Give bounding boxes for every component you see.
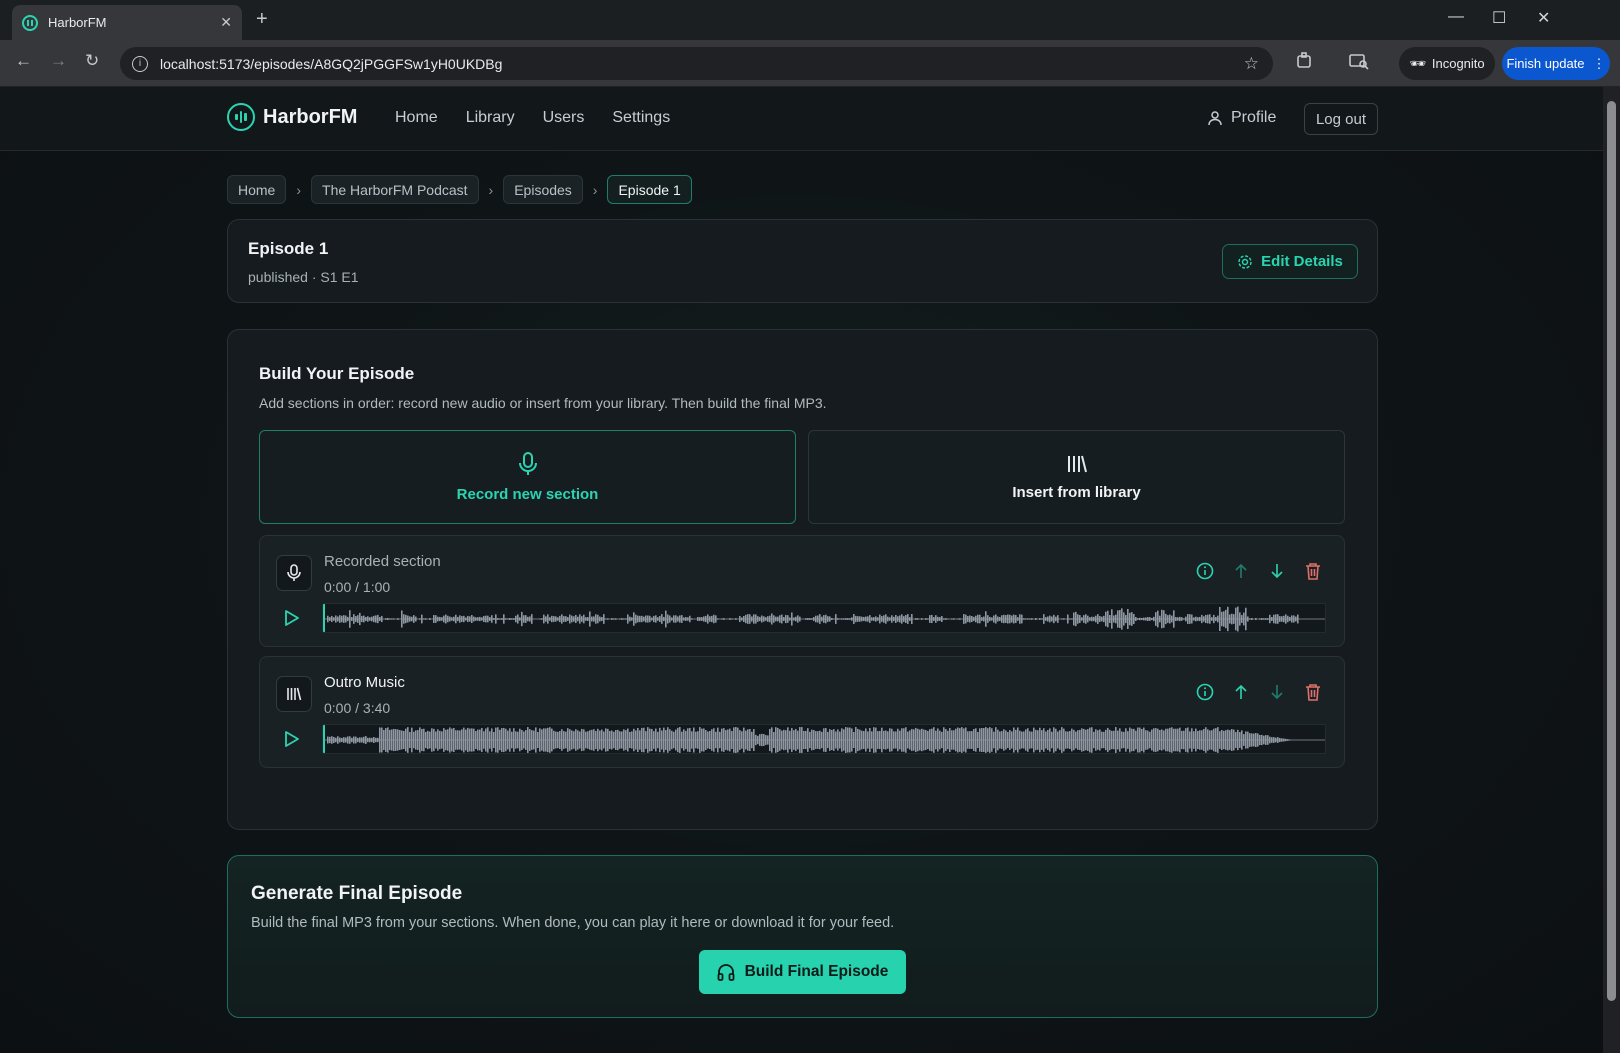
back-icon[interactable]: ← [15,51,32,71]
finish-update-button[interactable]: Finish update ⋮ [1502,47,1610,80]
record-new-section-button[interactable]: Record new section [259,430,796,524]
gear-icon [1238,254,1252,269]
breadcrumb-home[interactable]: Home [227,175,287,204]
page-scrollbar[interactable] [1603,87,1620,1053]
new-tab-icon[interactable]: + [256,8,268,31]
episode-status: published · S1 E1 [248,269,359,285]
episode-header-card: Episode 1 published · S1 E1 Edit Details [227,219,1378,303]
browser-tabbar: HarborFM ✕ + — ☐ ✕ [0,0,1620,40]
move-up-icon[interactable] [1232,683,1250,701]
url-text: localhost:5173/episodes/A8GQ2jPGGFSw1yH0… [160,55,503,72]
nav-library[interactable]: Library [466,109,515,127]
incognito-icon: 🕶 [1409,55,1426,71]
section-actions [1196,562,1322,580]
profile-link[interactable]: Profile [1207,109,1276,127]
tab-title: HarborFM [48,15,107,30]
scrollbar-thumb[interactable] [1607,101,1616,1001]
build-final-episode-button[interactable]: Build Final Episode [699,950,906,994]
info-icon[interactable] [1196,562,1214,580]
section-item: Recorded section 0:00 / 1:00 [259,535,1345,647]
close-window-icon[interactable]: ✕ [1537,8,1550,28]
edit-details-button[interactable]: Edit Details [1222,244,1358,279]
browser-toolbar: ← → ↻ i localhost:5173/episodes/A8GQ2jPG… [0,40,1620,87]
headphones-icon [717,964,734,981]
nav-users[interactable]: Users [543,109,585,127]
move-down-icon[interactable] [1268,562,1286,580]
nav-home[interactable]: Home [395,109,438,127]
playhead[interactable] [323,604,325,632]
play-icon[interactable] [284,730,300,753]
app-navbar: HarborFM Home Library Users Settings Pro… [0,87,1603,151]
waveform-graphic [323,727,1325,753]
section-time: 0:00 / 1:00 [324,579,391,595]
generate-final-card: Generate Final Episode Build the final M… [227,855,1378,1018]
insert-from-library-label: Insert from library [1012,483,1141,501]
trash-icon[interactable] [1304,683,1322,701]
user-icon [1208,111,1222,126]
microphone-icon [518,451,537,475]
media-controls-icon[interactable] [1349,52,1369,75]
main-nav: Home Library Users Settings [395,109,670,127]
move-down-icon[interactable] [1268,683,1286,701]
breadcrumb-podcast[interactable]: The HarborFM Podcast [311,175,479,204]
reload-icon[interactable]: ↻ [85,51,99,71]
site-info-icon[interactable]: i [132,55,148,72]
bookmark-star-icon[interactable]: ☆ [1244,54,1259,74]
breadcrumb-episodes[interactable]: Episodes [503,175,583,204]
breadcrumb: Home › The HarborFM Podcast › Episodes ›… [227,175,692,204]
address-bar[interactable]: i localhost:5173/episodes/A8GQ2jPGGFSw1y… [120,47,1273,80]
finish-update-label: Finish update [1506,56,1585,71]
mic-icon [276,555,312,591]
play-icon[interactable] [284,609,300,632]
incognito-chip[interactable]: 🕶 Incognito [1399,47,1495,80]
library-icon [276,676,312,712]
brand-name: HarborFM [263,105,358,128]
playhead[interactable] [323,725,325,753]
brand-logo[interactable]: HarborFM [227,103,357,131]
logout-button[interactable]: Log out [1304,103,1378,135]
nav-settings[interactable]: Settings [612,109,670,127]
generate-title: Generate Final Episode [251,883,463,904]
episode-title: Episode 1 [248,239,329,258]
library-icon [1067,455,1087,472]
section-actions [1196,683,1322,701]
insert-from-library-button[interactable]: Insert from library [808,430,1345,524]
extensions-icon[interactable] [1295,52,1313,75]
section-time: 0:00 / 3:40 [324,700,391,716]
generate-subtitle: Build the final MP3 from your sections. … [251,915,895,931]
browser-tab[interactable]: HarborFM ✕ [12,5,242,40]
maximize-icon[interactable]: ☐ [1492,8,1506,28]
more-menu-icon[interactable]: ⋮ [1593,56,1606,72]
section-name: Recorded section [324,553,441,570]
record-new-section-label: Record new section [456,485,599,503]
incognito-label: Incognito [1431,56,1485,71]
minimize-icon[interactable]: — [1448,8,1464,26]
waveform[interactable] [322,724,1326,754]
profile-label: Profile [1231,109,1277,126]
trash-icon[interactable] [1304,562,1322,580]
waveform-graphic [323,606,1325,632]
section-item: Outro Music 0:00 / 3:40 [259,656,1345,768]
info-icon[interactable] [1196,683,1214,701]
chevron-right-icon: › [592,181,598,198]
edit-details-label: Edit Details [1261,253,1343,270]
harborfm-logo-icon [227,103,255,131]
build-final-episode-label: Build Final Episode [744,963,889,980]
build-title: Build Your Episode [259,364,415,383]
build-episode-card: Build Your Episode Add sections in order… [227,329,1378,830]
harborfm-favicon-icon [22,14,38,31]
breadcrumb-current[interactable]: Episode 1 [607,175,692,204]
page-content: HarborFM Home Library Users Settings Pro… [0,87,1603,1053]
chevron-right-icon: › [488,181,494,198]
move-up-icon[interactable] [1232,562,1250,580]
close-tab-icon[interactable]: ✕ [220,14,232,31]
chevron-right-icon: › [296,181,302,198]
section-name: Outro Music [324,674,405,691]
forward-icon[interactable]: → [50,51,67,71]
build-subtitle: Add sections in order: record new audio … [259,395,827,411]
waveform[interactable] [322,603,1326,633]
